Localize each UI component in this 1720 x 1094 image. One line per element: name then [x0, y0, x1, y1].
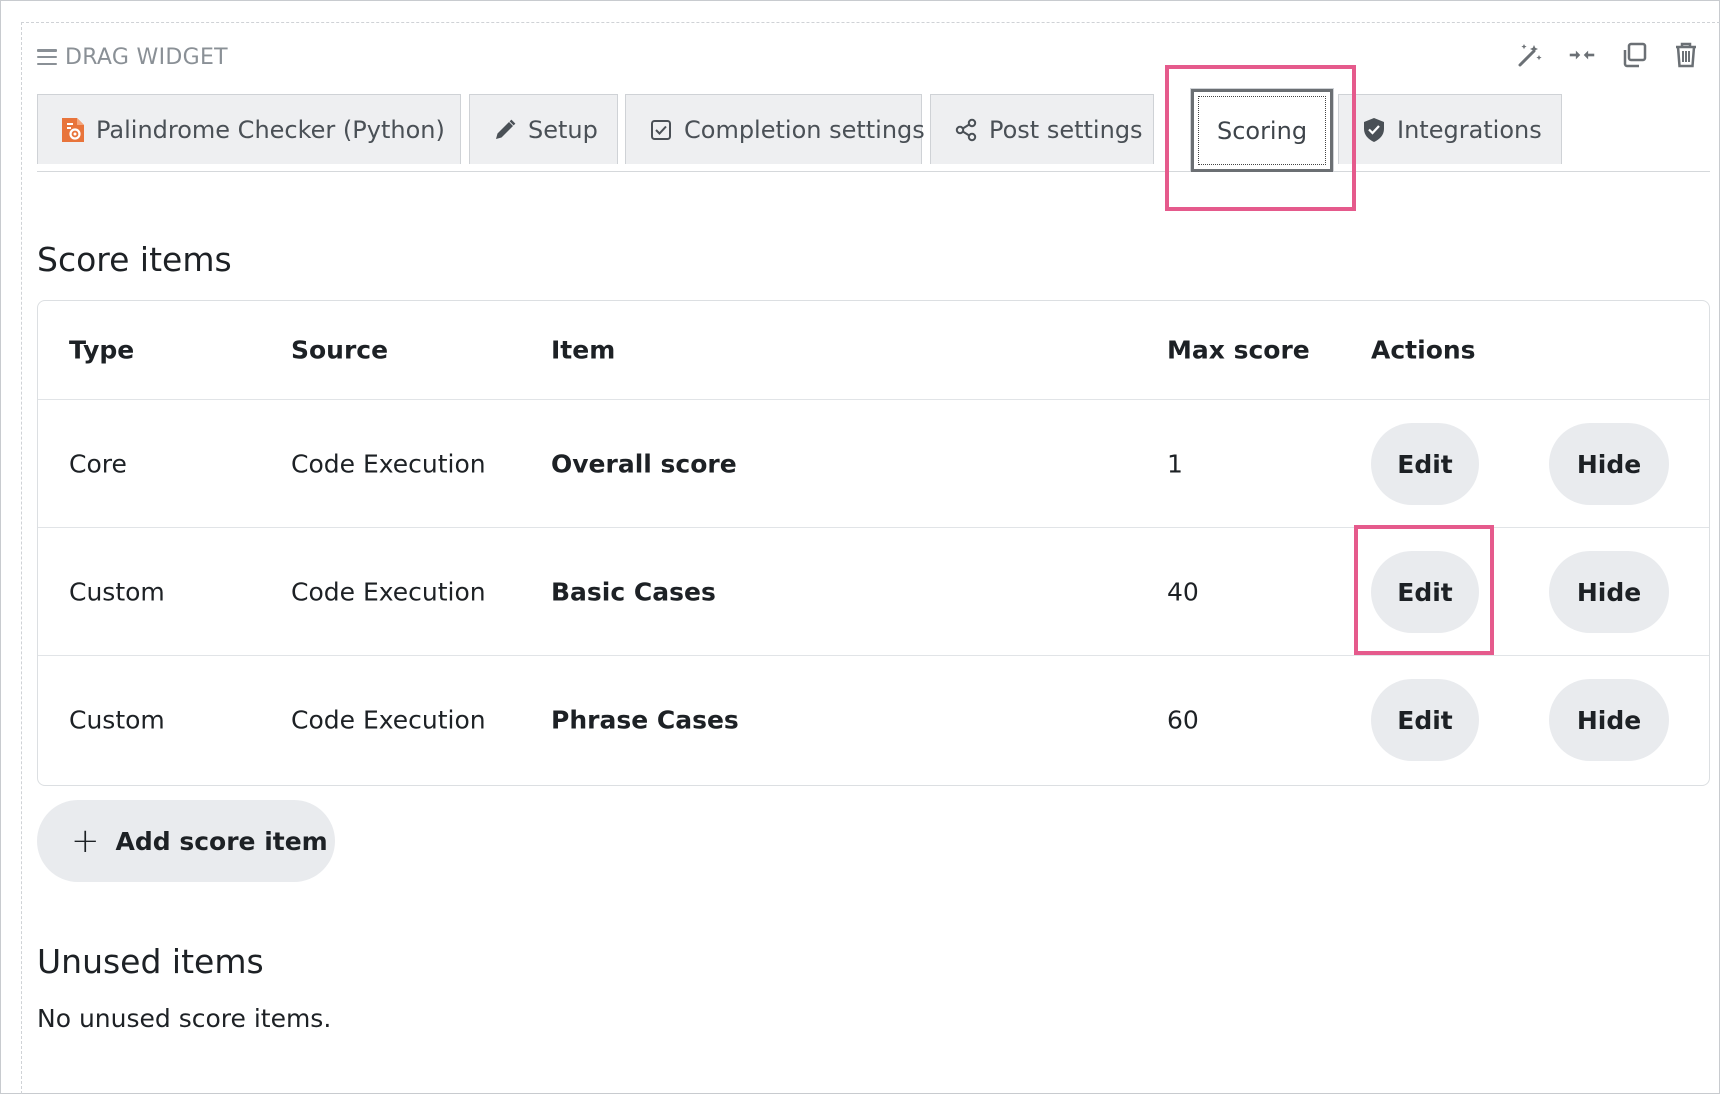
column-header-source: Source [291, 335, 389, 365]
tab-label: Integrations [1397, 115, 1542, 144]
cell-item: Basic Cases [551, 577, 716, 606]
tab-scoring[interactable]: Scoring [1190, 88, 1334, 172]
widget-toolbar [1516, 40, 1700, 70]
trash-icon[interactable] [1672, 40, 1700, 70]
tab-label: Completion settings [684, 115, 925, 144]
cell-max-score: 40 [1167, 577, 1199, 606]
share-icon [953, 117, 979, 143]
hide-button[interactable]: Hide [1549, 679, 1669, 761]
cell-item: Overall score [551, 449, 737, 478]
tab-label: Post settings [989, 115, 1143, 144]
column-header-type: Type [69, 335, 135, 365]
cell-source: Code Execution [291, 577, 486, 606]
add-score-item-button[interactable]: + Add score item [37, 800, 335, 882]
pencil-icon [492, 117, 518, 143]
edit-button[interactable]: Edit [1371, 423, 1479, 505]
table-header-row: Type Source Item Max score Actions [38, 301, 1709, 399]
plus-icon: + [71, 821, 100, 861]
unused-items-empty-text: No unused score items. [37, 1004, 332, 1033]
table-row: Custom Code Execution Basic Cases 40 Edi… [38, 527, 1709, 655]
tab-widget-main[interactable]: Palindrome Checker (Python) [37, 94, 461, 164]
drag-widget-label: DRAG WIDGET [65, 44, 228, 70]
collapse-arrows-icon[interactable] [1568, 40, 1596, 70]
column-header-actions: Actions [1371, 335, 1476, 365]
magic-wand-icon[interactable] [1516, 40, 1544, 70]
hide-button[interactable]: Hide [1549, 551, 1669, 633]
checkbox-icon [648, 117, 674, 143]
tab-label: Setup [528, 115, 598, 144]
score-items-heading: Score items [37, 240, 232, 279]
drag-handle-icon [37, 49, 57, 65]
table-row: Custom Code Execution Phrase Cases 60 Ed… [38, 655, 1709, 783]
tab-post-settings[interactable]: Post settings [930, 94, 1154, 164]
code-execution-icon [60, 117, 86, 143]
cell-type: Custom [69, 577, 165, 606]
hide-button[interactable]: Hide [1549, 423, 1669, 505]
widget-tabs: Palindrome Checker (Python) Setup Comple… [37, 88, 1710, 172]
cell-source: Code Execution [291, 705, 486, 734]
column-header-max-score: Max score [1167, 335, 1310, 365]
cell-item: Phrase Cases [551, 705, 739, 734]
column-header-item: Item [551, 335, 616, 365]
cell-max-score: 60 [1167, 705, 1199, 734]
edit-button[interactable]: Edit [1371, 679, 1479, 761]
focus-ring [1191, 89, 1333, 172]
cell-max-score: 1 [1167, 449, 1183, 478]
tab-completion-settings[interactable]: Completion settings [625, 94, 925, 164]
table-row: Core Code Execution Overall score 1 Edit… [38, 399, 1709, 527]
tab-integrations[interactable]: Integrations [1338, 94, 1562, 164]
cell-type: Core [69, 449, 127, 478]
shield-icon [1361, 117, 1387, 143]
edit-button[interactable]: Edit [1371, 551, 1479, 633]
drag-widget-handle[interactable]: DRAG WIDGET [37, 42, 228, 72]
add-score-item-label: Add score item [115, 826, 328, 856]
tab-label: Palindrome Checker (Python) [96, 115, 445, 144]
cell-source: Code Execution [291, 449, 486, 478]
unused-items-heading: Unused items [37, 942, 264, 981]
duplicate-icon[interactable] [1620, 40, 1648, 70]
cell-type: Custom [69, 705, 165, 734]
tab-setup[interactable]: Setup [469, 94, 618, 164]
score-items-table: Type Source Item Max score Actions Core … [37, 300, 1710, 786]
